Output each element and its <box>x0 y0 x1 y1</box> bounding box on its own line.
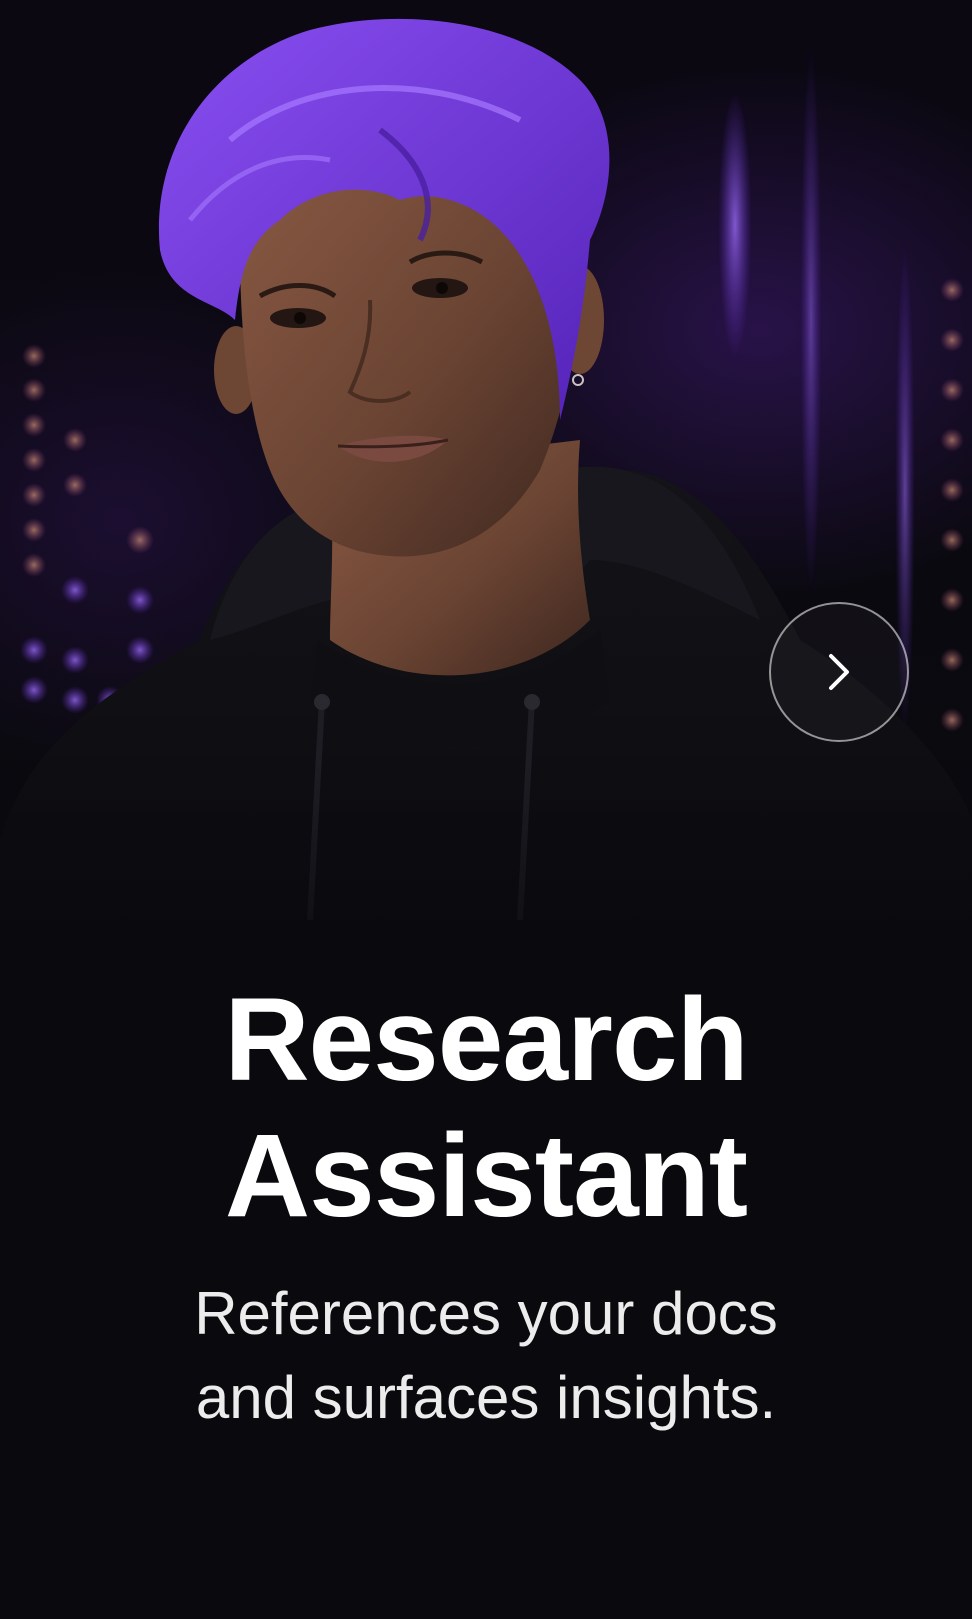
subtitle-line-2: and surfaces insights. <box>195 1364 777 1431</box>
subtitle-line-1: References your docs <box>194 1280 778 1347</box>
onboarding-subtitle: References your docs and surfaces insigh… <box>0 1272 972 1440</box>
title-line-2: Assistant <box>224 1110 748 1242</box>
chevron-right-icon <box>829 654 849 690</box>
onboarding-card: Research Assistant References your docs … <box>0 0 972 1619</box>
title-line-1: Research <box>224 974 748 1106</box>
onboarding-title: Research Assistant <box>0 972 972 1244</box>
next-button[interactable] <box>769 602 909 742</box>
